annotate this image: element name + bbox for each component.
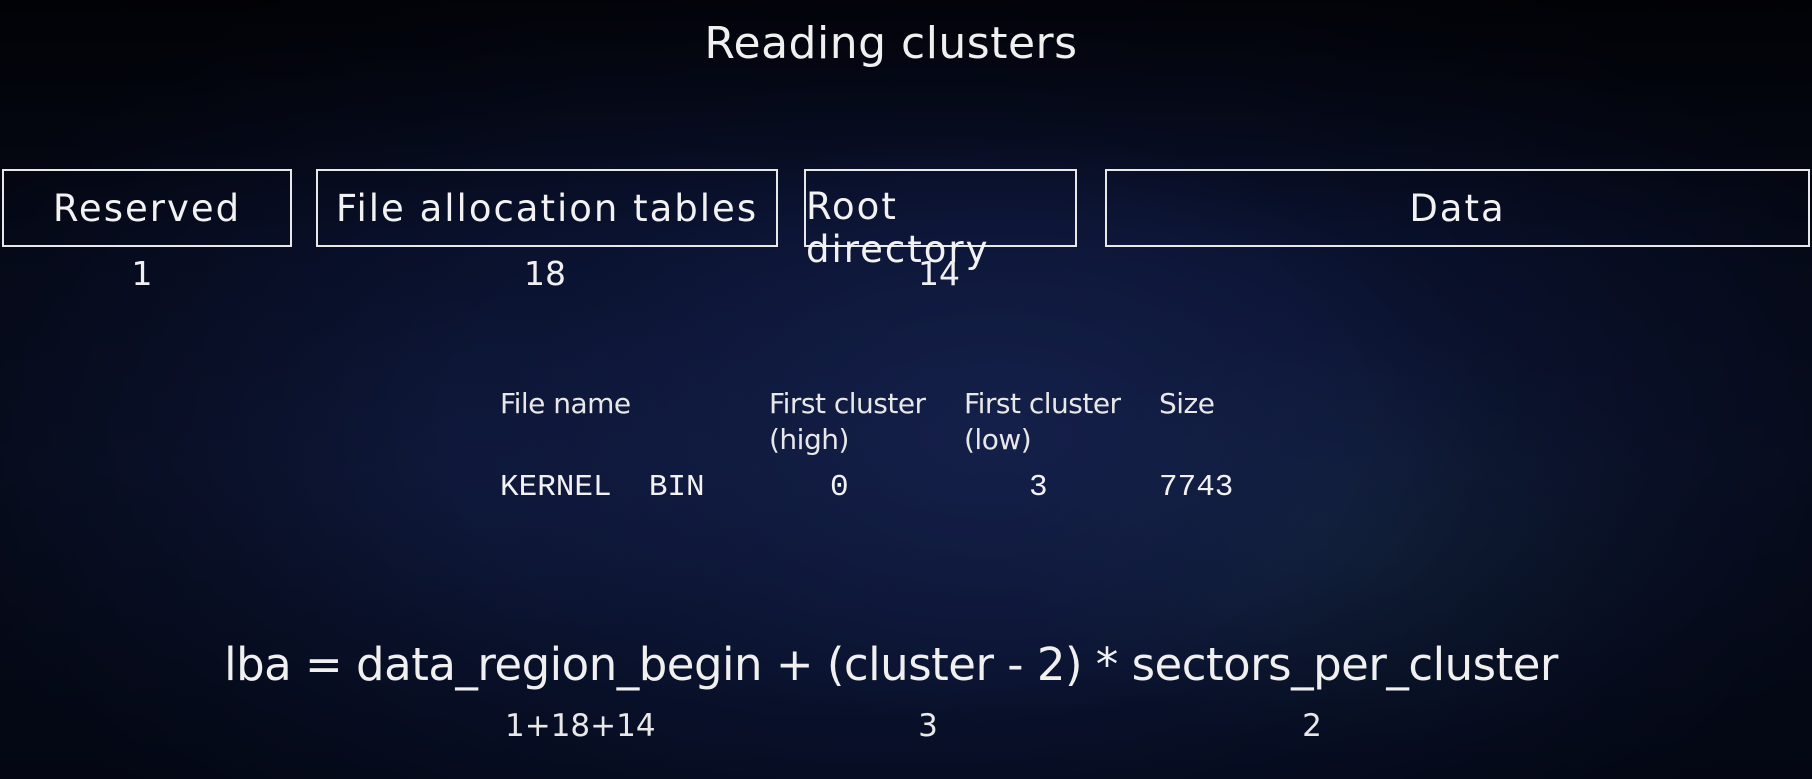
region-data: Data bbox=[1105, 169, 1810, 247]
cell-file-name: KERNEL BIN bbox=[500, 470, 705, 505]
cell-size: 7743 bbox=[1159, 470, 1234, 505]
region-file-allocation-tables: File allocation tables bbox=[316, 169, 778, 247]
region-reserved-count: 1 bbox=[131, 254, 153, 293]
header-first-cluster-high: First cluster (high) bbox=[769, 387, 926, 456]
lba-formula: lba = data_region_begin + (cluster - 2) … bbox=[224, 638, 1558, 691]
region-fat-count: 18 bbox=[524, 254, 566, 293]
data-region-begin-value: 1+18+14 bbox=[505, 708, 656, 744]
region-root-directory: Root directory bbox=[804, 169, 1077, 271]
header-size: Size bbox=[1159, 387, 1215, 420]
header-file-name: File name bbox=[500, 387, 631, 420]
region-reserved: Reserved bbox=[2, 169, 292, 247]
slide-title: Reading clusters bbox=[704, 18, 1078, 69]
region-root-directory-count: 14 bbox=[918, 254, 960, 293]
cell-first-cluster-high: 0 bbox=[830, 470, 849, 505]
header-first-cluster-low: First cluster (low) bbox=[964, 387, 1121, 456]
cell-first-cluster-low: 3 bbox=[1029, 470, 1048, 505]
sectors-per-cluster-value: 2 bbox=[1302, 708, 1322, 744]
cluster-value: 3 bbox=[918, 708, 938, 744]
